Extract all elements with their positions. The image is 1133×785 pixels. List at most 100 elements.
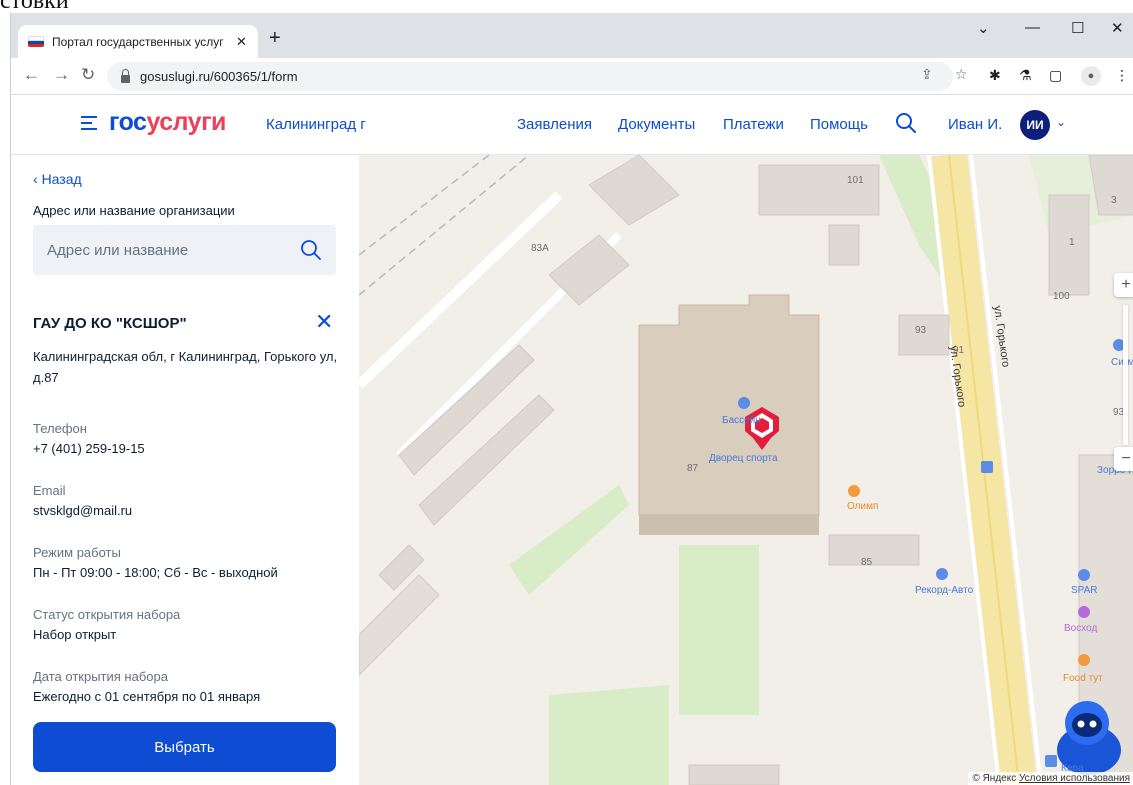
building <box>758 164 880 216</box>
phone-label: Телефон <box>33 421 87 436</box>
poi-label-rekord[interactable]: Рекорд-Авто <box>915 585 973 596</box>
window-close-icon[interactable]: ✕ <box>1111 19 1124 37</box>
car-service-icon <box>936 568 948 580</box>
russian-flag-icon <box>28 36 44 47</box>
building-number: 101 <box>847 175 864 186</box>
pool-icon <box>738 397 750 409</box>
building-number: 1 <box>1069 237 1075 248</box>
building-number: 83А <box>531 243 549 254</box>
email-value: stvsklgd@mail.ru <box>33 503 133 518</box>
browser-toolbar: ← → ↻ gosuslugi.ru/600365/1/form ⇪ ☆ ✱ ⚗… <box>11 58 1133 95</box>
minimize-icon[interactable]: — <box>1025 19 1040 36</box>
map-view[interactable]: 101 3 83А 1 100 93 91 87 85 93 ул. Горьк… <box>359 155 1133 785</box>
building-number: 93 <box>915 325 927 336</box>
organization-panel: ‹ Назад Адрес или название организации Г… <box>11 155 359 785</box>
copyright-text: © Яндекс <box>972 773 1017 784</box>
new-tab-icon[interactable]: + <box>269 27 281 50</box>
zoom-out-button[interactable]: − <box>1114 447 1133 471</box>
extension-icon[interactable]: ✱ <box>989 67 1001 84</box>
building-number: 3 <box>1111 195 1117 206</box>
building <box>398 344 535 476</box>
poi-icon <box>1078 606 1090 618</box>
nav-payments[interactable]: Платежи <box>723 116 784 133</box>
email-label: Email <box>33 483 66 498</box>
map-canvas <box>359 155 1133 785</box>
sports-palace-building <box>638 294 820 516</box>
profile-icon[interactable]: ● <box>1081 66 1101 86</box>
poi-label-food[interactable]: Food тут <box>1063 673 1103 684</box>
nav-help[interactable]: Помощь <box>810 116 868 133</box>
shop-icon <box>1078 569 1090 581</box>
zoom-slider[interactable] <box>1123 305 1128 445</box>
terms-link[interactable]: Условия использования <box>1019 773 1130 784</box>
building <box>359 574 440 676</box>
phone-value: +7 (401) 259-19-15 <box>33 441 145 456</box>
choose-button[interactable]: Выбрать <box>33 722 336 772</box>
date-label: Дата открытия набора <box>33 669 168 684</box>
gosuslugi-logo[interactable]: госуслуги <box>109 108 226 137</box>
poi-label-pool[interactable]: Бассейн <box>722 415 761 426</box>
building-number: 87 <box>687 463 699 474</box>
maximize-icon[interactable]: ☐ <box>1071 19 1084 37</box>
railway <box>359 155 530 296</box>
organization-address: Калининградская обл, г Калининград, Горь… <box>33 349 338 385</box>
lock-icon <box>121 68 130 83</box>
organization-name: ГАУ ДО КО "КСШОР" <box>33 315 187 332</box>
bus-stop-icon <box>1045 755 1057 767</box>
site-header: госуслуги Калининград г Заявления Докуме… <box>11 95 1133 155</box>
restaurant-icon <box>1078 654 1090 666</box>
star-icon[interactable]: ☆ <box>955 66 968 83</box>
city-selector[interactable]: Калининград г <box>266 116 366 133</box>
hours-label: Режим работы <box>33 545 121 560</box>
address-search-box[interactable] <box>33 225 336 275</box>
address-bar[interactable]: gosuslugi.ru/600365/1/form <box>107 62 953 91</box>
tab-title: Портал государственных услуг Р <box>52 34 228 49</box>
search-icon[interactable] <box>895 112 917 134</box>
poi-label-olimp[interactable]: Олимп <box>847 501 878 512</box>
building <box>688 764 780 785</box>
chevron-down-icon[interactable]: ⌄ <box>1056 115 1066 129</box>
poi-label-sigma[interactable]: Сигма-Авто <box>1111 357 1133 368</box>
hamburger-menu-icon[interactable] <box>81 116 97 134</box>
hours-value: Пн - Пт 09:00 - 18:00; Сб - Вс - выходно… <box>33 565 278 580</box>
forward-arrow-icon[interactable]: → <box>53 65 70 85</box>
reload-icon[interactable]: ↻ <box>81 65 95 85</box>
poi-label-spar[interactable]: SPAR <box>1071 585 1098 596</box>
restaurant-icon <box>848 485 860 497</box>
side-panel-icon[interactable]: ▢ <box>1049 67 1062 84</box>
map-copyright: © Яндекс Условия использования <box>968 772 1133 785</box>
building-number: 85 <box>861 557 873 568</box>
address-field-label: Адрес или название организации <box>33 203 235 218</box>
park-area <box>679 545 759 715</box>
poi-label-voshod[interactable]: Восход <box>1064 623 1097 634</box>
search-icon[interactable] <box>300 239 322 261</box>
status-label: Статус открытия набора <box>33 607 181 622</box>
close-icon[interactable]: ✕ <box>315 311 333 333</box>
status-value: Набор открыт <box>33 627 117 642</box>
tab-close-icon[interactable]: ✕ <box>236 34 247 50</box>
building-base <box>639 515 819 535</box>
user-name[interactable]: Иван И. <box>948 116 1002 133</box>
tab-strip: Портал государственных услуг Р ✕ + ⌄ — ☐… <box>11 13 1133 58</box>
park-area <box>509 485 629 595</box>
back-arrow-icon[interactable]: ← <box>23 65 40 85</box>
top-cut-text: стовки <box>0 0 1133 13</box>
menu-kebab-icon[interactable]: ⋮ <box>1115 67 1129 84</box>
flask-icon[interactable]: ⚗ <box>1019 67 1032 84</box>
park-area <box>549 685 669 785</box>
url-text: gosuslugi.ru/600365/1/form <box>140 69 298 84</box>
tab-search-chevron-icon[interactable]: ⌄ <box>977 19 990 37</box>
building <box>588 155 680 226</box>
nav-documents[interactable]: Документы <box>618 116 695 133</box>
browser-tab[interactable]: Портал государственных услуг Р ✕ <box>18 25 258 58</box>
browser-window: Портал государственных услуг Р ✕ + ⌄ — ☐… <box>10 13 1133 785</box>
zoom-in-button[interactable]: + <box>1114 273 1133 297</box>
poi-label-palace[interactable]: Дворец спорта <box>709 453 778 464</box>
back-link[interactable]: ‹ Назад <box>33 171 82 187</box>
address-search-input[interactable] <box>47 241 287 259</box>
date-value: Ежегодно с 01 сентября по 01 января <box>33 689 261 704</box>
nav-applications[interactable]: Заявления <box>517 116 592 133</box>
building-number: 100 <box>1053 291 1070 302</box>
avatar[interactable]: ИИ <box>1020 110 1050 140</box>
share-icon[interactable]: ⇪ <box>921 66 933 83</box>
